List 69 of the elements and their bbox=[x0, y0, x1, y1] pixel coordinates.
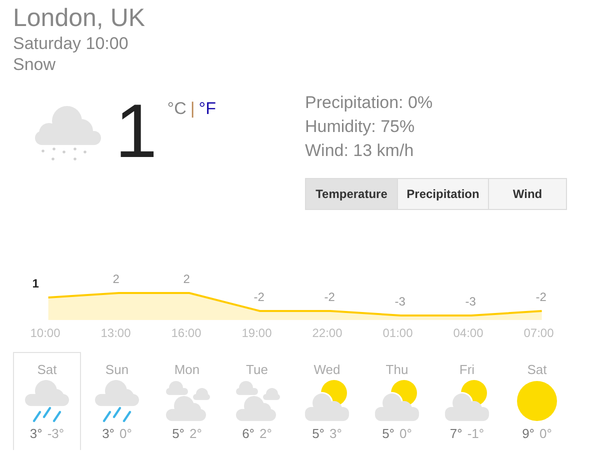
rain-cloud-icon bbox=[94, 379, 140, 423]
low-temperature: -3° bbox=[47, 426, 64, 441]
low-temperature: 0° bbox=[540, 426, 552, 441]
time-label: 19:00 bbox=[242, 326, 272, 340]
clouds-icon bbox=[164, 379, 210, 423]
day-name: Thu bbox=[386, 362, 408, 377]
unit-link[interactable]: °F bbox=[198, 99, 216, 119]
weather-detail: Humidity: 75% bbox=[305, 116, 416, 138]
sun-cloud-icon bbox=[374, 379, 420, 423]
weather-detail: Precipitation: 0% bbox=[305, 92, 434, 114]
day-name: Sat bbox=[37, 362, 57, 377]
data-label: 2 bbox=[183, 272, 190, 286]
high-temperature: 3° bbox=[102, 426, 114, 441]
chart-tab[interactable]: Precipitation bbox=[397, 178, 489, 210]
location-title: London, UK bbox=[13, 3, 146, 33]
low-temperature: -1° bbox=[467, 426, 484, 441]
day-item[interactable]: Fri 7° -1° bbox=[433, 352, 501, 450]
time-label: 07:00 bbox=[524, 326, 554, 340]
low-temperature: 2° bbox=[260, 426, 272, 441]
day-name: Fri bbox=[459, 362, 475, 377]
time-label: 16:00 bbox=[171, 326, 202, 340]
condition-text: Snow bbox=[13, 54, 57, 75]
day-item[interactable]: Tue 6° 2° bbox=[223, 352, 291, 450]
sun-cloud-icon bbox=[304, 379, 350, 423]
data-label: -2 bbox=[324, 290, 335, 304]
low-temperature: 0° bbox=[120, 426, 132, 441]
day-name: Wed bbox=[314, 362, 340, 377]
day-item[interactable]: Sun 3° 0° bbox=[83, 352, 151, 450]
sun-icon bbox=[514, 379, 560, 423]
sun-cloud-icon bbox=[444, 379, 490, 423]
low-temperature: 2° bbox=[190, 426, 202, 441]
data-label: -3 bbox=[394, 294, 406, 308]
day-name: Mon bbox=[174, 362, 200, 377]
day-card[interactable]: Sat 3° -3° bbox=[13, 352, 81, 450]
high-temperature: 5° bbox=[172, 426, 184, 441]
chart-tab[interactable]: Temperature bbox=[305, 178, 398, 210]
data-label: -2 bbox=[254, 290, 264, 304]
day-name: Tue bbox=[246, 362, 268, 377]
low-temperature: 3° bbox=[330, 426, 342, 441]
day-name: Sun bbox=[105, 362, 129, 377]
unit-label: °C bbox=[167, 99, 186, 119]
clouds-icon bbox=[234, 379, 280, 423]
time-label: 10:00 bbox=[30, 326, 60, 340]
day-item[interactable]: Sat 9° 0° bbox=[503, 352, 571, 450]
chart-tab[interactable]: Wind bbox=[488, 178, 567, 210]
time-label: 13:00 bbox=[100, 326, 131, 340]
high-temperature: 3° bbox=[30, 426, 42, 441]
high-temperature: 5° bbox=[312, 426, 324, 441]
rain-cloud-icon bbox=[24, 379, 70, 423]
day-item[interactable]: Thu 5° 0° bbox=[363, 352, 431, 450]
time-label: 04:00 bbox=[453, 326, 484, 340]
high-temperature: 5° bbox=[382, 426, 394, 441]
data-label: 1 bbox=[32, 276, 39, 290]
data-label: -2 bbox=[536, 290, 546, 304]
time-label: 01:00 bbox=[382, 326, 413, 340]
data-label: 2 bbox=[112, 272, 120, 286]
high-temperature: 7° bbox=[450, 426, 462, 441]
unit-separator: | bbox=[190, 99, 195, 119]
weather-detail: Wind: 13 km/h bbox=[305, 140, 415, 162]
low-temperature: 0° bbox=[400, 426, 412, 441]
time-label: 22:00 bbox=[312, 326, 342, 340]
current-temperature: 1 bbox=[115, 97, 158, 167]
data-label: -3 bbox=[465, 294, 476, 308]
day-name: Sat bbox=[527, 362, 547, 377]
day-item[interactable]: Mon 5° 2° bbox=[153, 352, 221, 450]
high-temperature: 9° bbox=[522, 426, 534, 441]
day-item[interactable]: Wed 5° 3° bbox=[293, 352, 361, 450]
date-time: Saturday 10:00 bbox=[13, 33, 130, 54]
high-temperature: 6° bbox=[242, 426, 254, 441]
